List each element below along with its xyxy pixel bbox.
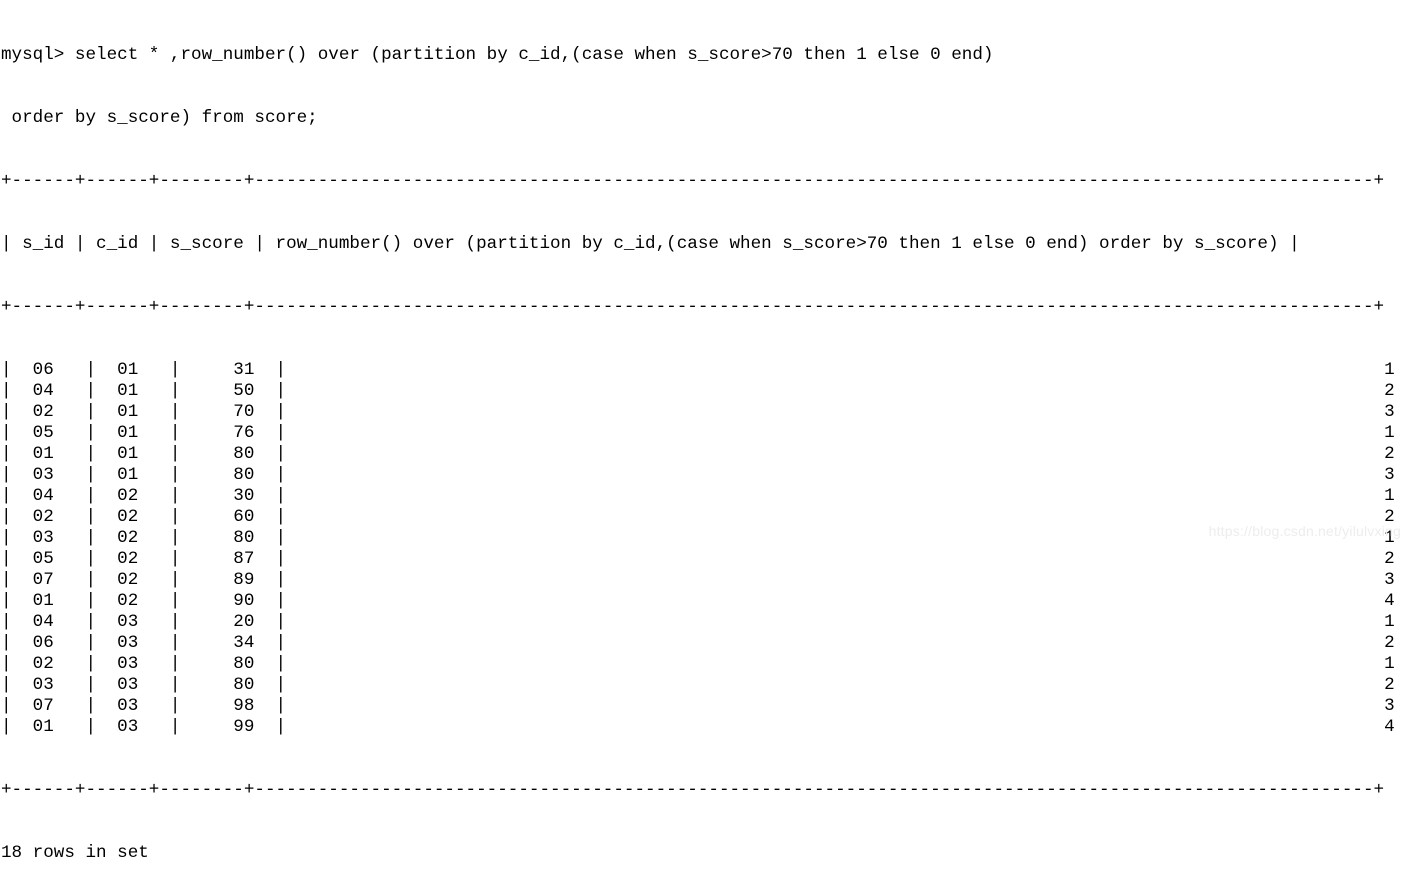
table-row: | 01 | 03 | 99 | 4 | <box>1 717 1409 737</box>
row-count-footer: 18 rows in set <box>1 843 149 863</box>
table-row: | 04 | 03 | 20 | 1 | <box>1 612 1409 632</box>
table-row: | 05 | 01 | 76 | 1 | <box>1 423 1409 443</box>
table-row: | 03 | 03 | 80 | 2 | <box>1 675 1409 695</box>
table-row: | 02 | 01 | 70 | 3 | <box>1 402 1409 422</box>
table-row: | 03 | 01 | 80 | 3 | <box>1 465 1409 485</box>
table-separator-header: +------+------+--------+----------------… <box>1 297 1385 317</box>
table-row: | 07 | 02 | 89 | 3 | <box>1 570 1409 590</box>
table-separator-top: +------+------+--------+----------------… <box>1 171 1385 191</box>
table-row: | 06 | 03 | 34 | 2 | <box>1 633 1409 653</box>
table-row: | 02 | 03 | 80 | 1 | <box>1 654 1409 674</box>
csdn-watermark: https://blog.csdn.net/yilulvxing <box>1208 523 1401 539</box>
table-row: | 01 | 01 | 80 | 2 | <box>1 444 1409 464</box>
table-row: | 02 | 02 | 60 | 2 | <box>1 507 1409 527</box>
table-row: | 03 | 02 | 80 | 1 | <box>1 528 1409 548</box>
terminal-output[interactable]: mysql> select * ,row_number() over (part… <box>0 0 1409 863</box>
table-header-row: | s_id | c_id | s_score | row_number() o… <box>1 234 1300 254</box>
table-separator-bottom: +------+------+--------+----------------… <box>1 780 1385 800</box>
table-row: | 05 | 02 | 87 | 2 | <box>1 549 1409 569</box>
table-row: | 04 | 01 | 50 | 2 | <box>1 381 1409 401</box>
table-row: | 07 | 03 | 98 | 3 | <box>1 696 1409 716</box>
query-line-2: order by s_score) from score; <box>1 108 318 128</box>
table-row: | 01 | 02 | 90 | 4 | <box>1 591 1409 611</box>
table-body: | 06 | 01 | 31 | 1 | | 04 | 01 | 50 | 2 … <box>1 360 1409 738</box>
query-line-1: mysql> select * ,row_number() over (part… <box>1 45 994 65</box>
table-row: | 06 | 01 | 31 | 1 | <box>1 360 1409 380</box>
table-row: | 04 | 02 | 30 | 1 | <box>1 486 1409 506</box>
